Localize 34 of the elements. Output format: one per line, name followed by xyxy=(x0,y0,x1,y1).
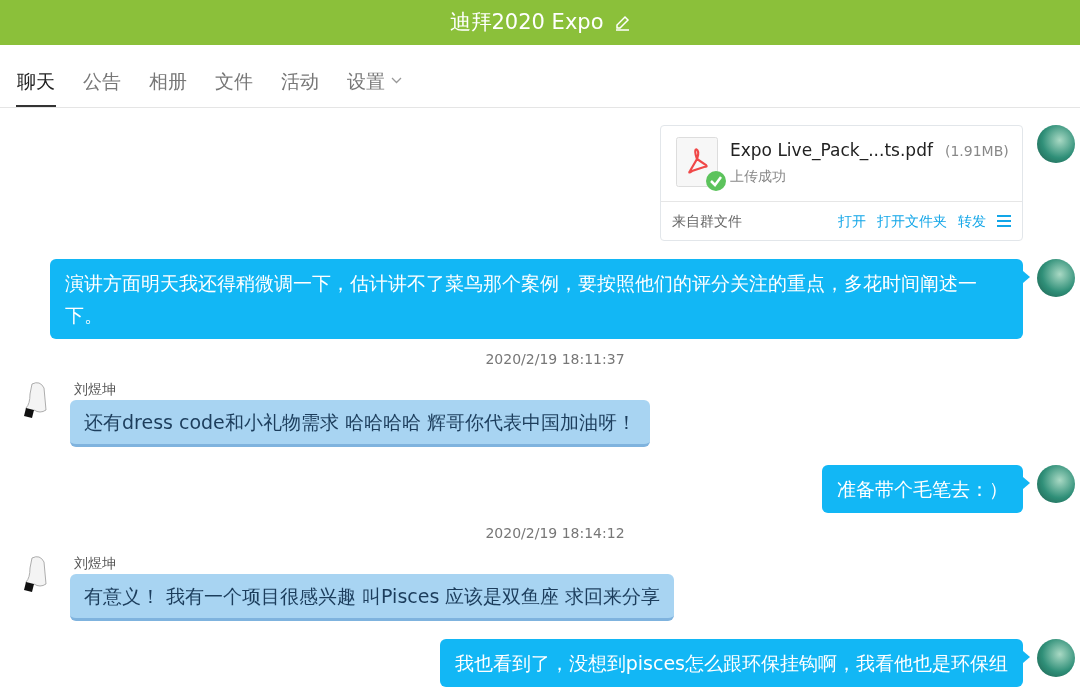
group-title: 迪拜2020 Expo xyxy=(449,8,604,36)
avatar[interactable] xyxy=(1037,125,1075,163)
message-bubble: 还有dress code和小礼物需求 哈哈哈哈 辉哥你代表中国加油呀！ xyxy=(70,400,650,447)
file-name: Expo Live_Pack_...ts.pdf xyxy=(730,139,933,163)
tab[interactable]: 文件 xyxy=(214,66,254,107)
sender-name: 刘煜坤 xyxy=(74,380,117,398)
message-bubble: 演讲方面明天我还得稍微调一下，估计讲不了菜鸟那个案例，要按照他们的评分关注的重点，多花时间阐述一下。 xyxy=(50,259,1023,339)
menu-icon[interactable] xyxy=(997,215,1011,227)
file-card[interactable]: Expo Live_Pack_...ts.pdf (1.91MB) 上传成功 来自群文件 打开 打开文件夹 转发 xyxy=(660,125,1023,241)
bubble-tail-icon xyxy=(1023,271,1030,283)
message-bubble: 有意义！ 我有一个项目很感兴趣 叫Pisces 应该是双鱼座 求回来分享 xyxy=(70,574,675,621)
file-action-link[interactable]: 打开 xyxy=(838,210,866,232)
upload-status: 上传成功 xyxy=(730,167,787,186)
file-action-link[interactable]: 转发 xyxy=(958,210,986,232)
tab[interactable]: 聊天 xyxy=(16,66,56,107)
timestamp: 2020/2/19 18:14:12 xyxy=(485,524,625,543)
bubble-tail-icon xyxy=(1023,651,1030,663)
message-bubble: 我也看到了，没想到pisces怎么跟环保挂钩啊，我看他也是环保组 xyxy=(439,639,1023,687)
check-icon xyxy=(706,171,726,191)
tab[interactable]: 活动 xyxy=(280,66,320,107)
file-action-link[interactable]: 打开文件夹 xyxy=(877,210,947,232)
bubble-tail-icon xyxy=(1023,477,1030,489)
file-source: 来自群文件 xyxy=(672,211,742,231)
tab[interactable]: 设置 xyxy=(346,66,403,107)
tab[interactable]: 公告 xyxy=(82,66,122,107)
message-bubble: 准备带个毛笔去：） xyxy=(822,465,1023,513)
avatar[interactable] xyxy=(1037,639,1075,677)
pdf-file-icon xyxy=(676,137,718,187)
avatar[interactable] xyxy=(1037,259,1075,297)
avatar[interactable] xyxy=(1037,465,1075,503)
tab[interactable]: 相册 xyxy=(148,66,188,107)
timestamp: 2020/2/19 18:11:37 xyxy=(485,350,625,369)
file-size: (1.91MB) xyxy=(944,142,1009,161)
sender-name: 刘煜坤 xyxy=(74,554,117,572)
